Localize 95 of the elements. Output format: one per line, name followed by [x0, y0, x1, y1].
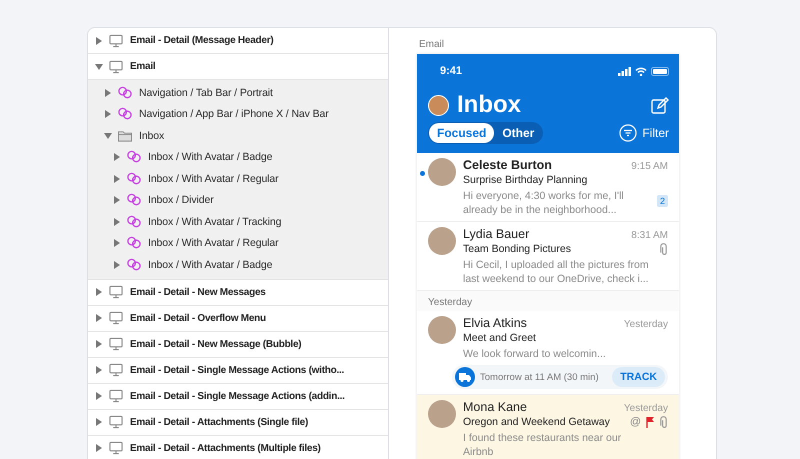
message-subject: Surprise Birthday Planning	[463, 174, 588, 186]
tracking-time: Tomorrow at 11 AM (30 min)	[480, 372, 600, 382]
linked-rings-icon	[117, 107, 133, 122]
artboard-label: Email	[419, 39, 446, 50]
disclosure-icon[interactable]	[104, 110, 112, 118]
sender-name: Elvia Atkins	[463, 316, 527, 330]
disclosure-icon[interactable]	[113, 174, 121, 183]
tab[interactable]: Other	[494, 123, 542, 143]
count-badge: 2	[656, 195, 668, 207]
disclosure-icon[interactable]	[104, 88, 112, 97]
layer-label[interactable]: Inbox / With Avatar / Badge	[148, 258, 272, 271]
disclosure-icon[interactable]	[95, 62, 103, 70]
disclosure-icon[interactable]	[113, 153, 121, 162]
linked-rings-icon	[126, 172, 142, 186]
monitor-icon	[108, 60, 124, 74]
avatar	[428, 316, 456, 344]
mention-icon: @	[630, 416, 641, 428]
sender-name: Lydia Bauer	[463, 227, 530, 241]
sender-name: Mona Kane	[463, 400, 527, 414]
linked-rings-icon	[126, 193, 142, 208]
monitor-icon	[108, 441, 124, 455]
linked-rings-icon	[117, 86, 133, 100]
message-preview: We look forward to welcomin...	[463, 347, 607, 361]
disclosure-icon[interactable]	[113, 218, 121, 226]
disclosure-icon[interactable]	[95, 418, 103, 426]
message-subject: Oregon and Weekend Getaway	[463, 416, 610, 428]
layer-label[interactable]: Inbox / With Avatar / Badge	[148, 151, 272, 164]
layer-label[interactable]: Email - Detail (Message Header)	[130, 35, 274, 46]
message-preview: I found these restaurants near our Airbnb	[463, 431, 622, 459]
monitor-icon	[108, 34, 124, 48]
layer-label[interactable]: Inbox	[139, 130, 164, 142]
inbox-title: Inbox	[457, 91, 522, 119]
section-header: Yesterday	[417, 291, 679, 311]
linked-rings-icon	[126, 214, 142, 229]
layer-label[interactable]: Email - Detail - New Message (Bubble)	[130, 338, 302, 350]
disclosure-icon[interactable]	[95, 392, 103, 400]
folder-icon	[117, 128, 133, 143]
filter-button[interactable]: Filter	[619, 124, 669, 142]
status-time: 9:41	[440, 65, 462, 77]
disclosure-icon[interactable]	[113, 196, 121, 204]
disclosure-icon[interactable]	[95, 340, 103, 348]
layer-label[interactable]: Navigation / App Bar / iPhone X / Nav Bar	[139, 108, 329, 120]
filter-icon	[619, 124, 638, 142]
tab[interactable]: Focused	[429, 123, 494, 143]
monitor-icon	[108, 389, 124, 403]
linked-rings-icon	[126, 236, 142, 250]
layer-label[interactable]: Inbox / Divider	[148, 194, 214, 206]
disclosure-icon[interactable]	[95, 444, 103, 452]
track-button[interactable]: TRACK	[612, 367, 665, 387]
disclosure-icon[interactable]	[104, 132, 112, 140]
layer-label[interactable]: Inbox / With Avatar / Regular	[148, 237, 279, 250]
layer-label[interactable]: Email - Detail - Single Message Actions (witho...	[130, 364, 344, 376]
monitor-icon	[108, 337, 124, 351]
message-time: 8:31 AM	[631, 230, 668, 241]
message-row[interactable]: Mona Kane Yesterday Oregon and Weekend Getaway @ I found these restaurants near our Airbnb	[417, 395, 679, 459]
message-row[interactable]: Elvia Atkins Yesterday Meet and Greet We look forward to welcomin... Tomorrow at 11 AM (30 min) TRACK	[417, 311, 679, 395]
avatar	[428, 158, 456, 186]
compose-icon[interactable]	[651, 96, 669, 114]
message-preview: Hi Cecil, I uploaded all the pictures from last weekend to our OneDrive, check i...	[463, 258, 650, 286]
message-time: Yesterday	[624, 403, 668, 414]
layer-label[interactable]: Inbox / With Avatar / Tracking	[148, 216, 282, 228]
layer-label[interactable]: Inbox / With Avatar / Regular	[148, 172, 279, 185]
layer-label[interactable]: Email - Detail - Single Message Actions (addin...	[130, 390, 345, 402]
monitor-icon	[108, 285, 124, 299]
wifi-icon	[635, 66, 647, 76]
disclosure-icon[interactable]	[95, 366, 103, 374]
battery-icon	[651, 66, 669, 76]
avatar	[428, 227, 456, 255]
layer-label[interactable]: Email - Detail - New Messages	[130, 286, 266, 298]
layer-label[interactable]: Email - Detail - Attachments (Single file)	[130, 416, 308, 428]
layer-label[interactable]: Email	[130, 61, 156, 72]
avatar[interactable]	[428, 94, 449, 116]
truck-icon	[455, 367, 475, 387]
layer-label[interactable]: Email - Detail - Overflow Menu	[130, 312, 266, 324]
layer-label[interactable]: Navigation / Tab Bar / Portrait	[139, 86, 273, 99]
layer-label[interactable]: Email - Detail - Attachments (Multiple files)	[130, 442, 321, 454]
message-subject: Meet and Greet	[463, 332, 536, 344]
disclosure-icon[interactable]	[113, 260, 121, 269]
avatar	[428, 400, 456, 428]
disclosure-icon[interactable]	[95, 288, 103, 296]
message-preview: Hi everyone, 4:30 works for me, I'll already be in the neighborhood...	[463, 189, 625, 217]
message-subject: Team Bonding Pictures	[463, 243, 571, 255]
linked-rings-icon	[126, 150, 142, 164]
sender-name: Celeste Burton	[463, 158, 552, 172]
message-time: 9:15 AM	[631, 161, 668, 172]
message-row[interactable]: Celeste Burton 9:15 AM Surprise Birthday Planning Hi everyone, 4:30 works for me, I'll already be in the neighborhood... 2	[417, 153, 679, 222]
monitor-icon	[108, 311, 124, 325]
message-time: Yesterday	[624, 319, 668, 330]
disclosure-icon[interactable]	[95, 314, 103, 322]
monitor-icon	[108, 415, 124, 429]
linked-rings-icon	[126, 258, 142, 272]
monitor-icon	[108, 363, 124, 377]
signal-icon	[618, 66, 631, 76]
disclosure-icon[interactable]	[113, 239, 121, 248]
disclosure-icon[interactable]	[95, 36, 103, 44]
